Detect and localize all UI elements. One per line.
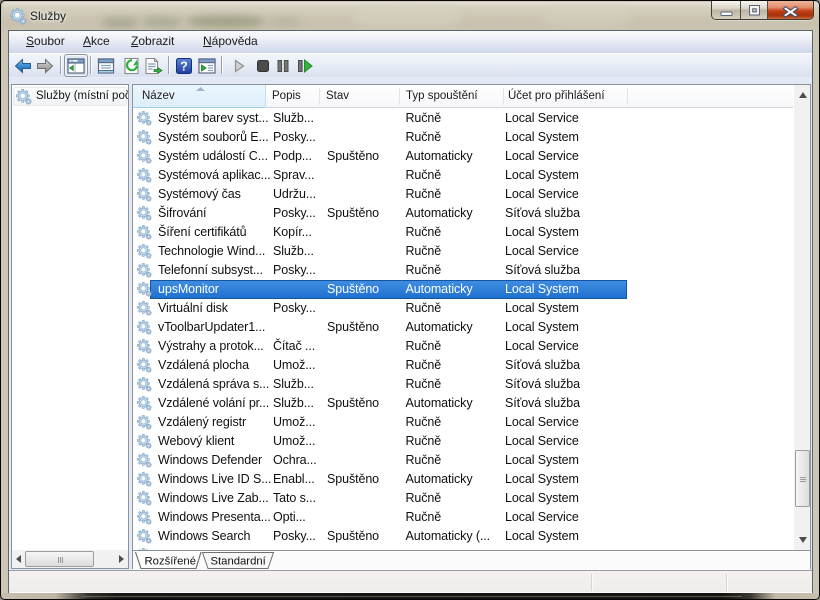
- svg-text:?: ?: [180, 60, 188, 74]
- svg-text:Rozšířené: Rozšířené: [145, 556, 197, 568]
- svg-text:Standardní: Standardní: [211, 556, 267, 568]
